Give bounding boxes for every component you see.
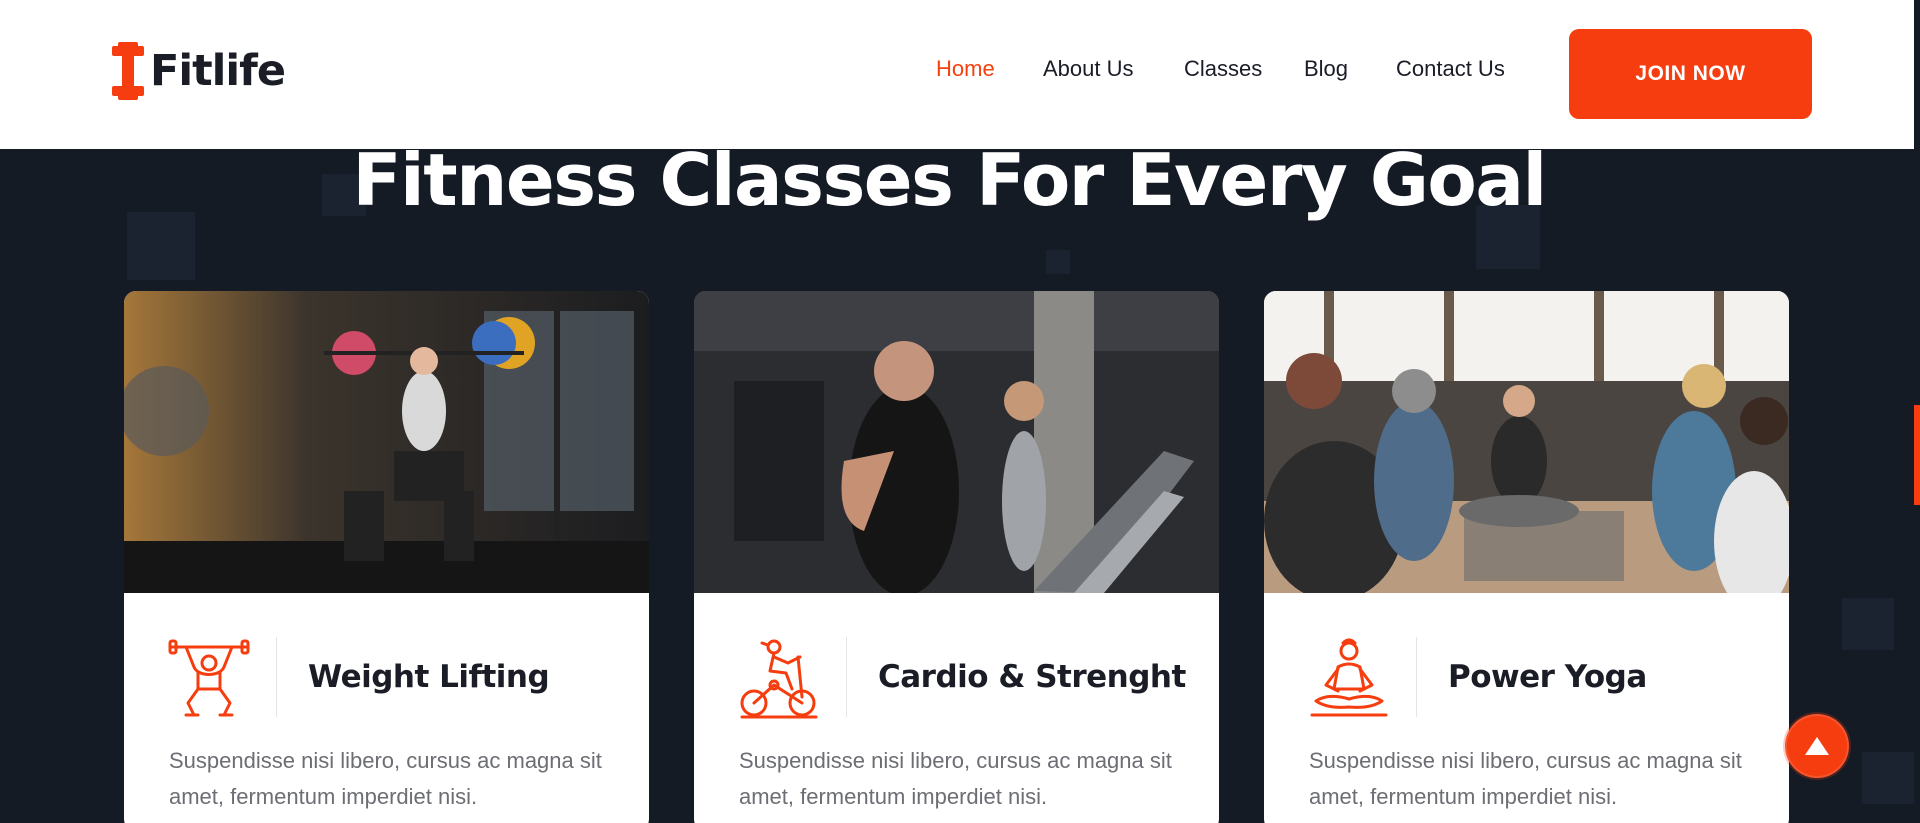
- nav-blog[interactable]: Blog: [1304, 56, 1348, 82]
- decor-square: [1842, 598, 1894, 650]
- weightlifter-icon: [168, 639, 250, 717]
- card-divider: [276, 637, 277, 717]
- card-body: Power Yoga Suspendisse nisi libero, curs…: [1264, 593, 1789, 823]
- yoga-photo: [1264, 291, 1789, 593]
- decor-square: [127, 212, 195, 280]
- meditation-icon: [1310, 638, 1388, 717]
- card-divider: [1416, 637, 1417, 717]
- card-body: Cardio & Strenght Suspendisse nisi liber…: [694, 593, 1219, 823]
- logo-text: Fitlife: [150, 46, 286, 96]
- class-card-cardio-strength[interactable]: Cardio & Strenght Suspendisse nisi liber…: [694, 291, 1219, 823]
- decor-square: [1046, 250, 1070, 274]
- card-title[interactable]: Cardio & Strenght: [878, 659, 1186, 695]
- site-header: Fitlife Home About Us Classes Blog Conta…: [0, 0, 1914, 149]
- class-card-power-yoga[interactable]: Power Yoga Suspendisse nisi libero, curs…: [1264, 291, 1789, 823]
- decor-square: [1862, 752, 1914, 804]
- nav-contact-us[interactable]: Contact Us: [1396, 56, 1505, 82]
- exercise-bike-icon: [740, 639, 818, 719]
- nav-home[interactable]: Home: [936, 56, 995, 82]
- card-description: Suspendisse nisi libero, cursus ac magna…: [1309, 748, 1742, 809]
- cardio-photo: [694, 291, 1219, 593]
- class-card-weight-lifting[interactable]: Weight Lifting Suspendisse nisi libero, …: [124, 291, 649, 823]
- scroll-to-top-button[interactable]: [1785, 714, 1849, 778]
- weight-lifting-photo: [124, 291, 649, 593]
- card-title[interactable]: Power Yoga: [1448, 659, 1647, 695]
- card-title[interactable]: Weight Lifting: [308, 659, 550, 695]
- nav-about-us[interactable]: About Us: [1043, 56, 1134, 82]
- nav-classes[interactable]: Classes: [1184, 56, 1262, 82]
- arrow-up-icon: [1805, 737, 1829, 755]
- section-title: Fitness Classes For Every Goal: [352, 138, 1547, 222]
- logo[interactable]: Fitlife: [110, 42, 286, 100]
- card-divider: [846, 637, 847, 717]
- scrollbar-thumb[interactable]: [1914, 405, 1920, 505]
- card-description: Suspendisse nisi libero, cursus ac magna…: [169, 748, 602, 809]
- dumbbell-logo-icon: [112, 42, 144, 100]
- card-body: Weight Lifting Suspendisse nisi libero, …: [124, 593, 649, 823]
- card-description: Suspendisse nisi libero, cursus ac magna…: [739, 748, 1172, 809]
- join-now-button[interactable]: JOIN NOW: [1569, 29, 1812, 119]
